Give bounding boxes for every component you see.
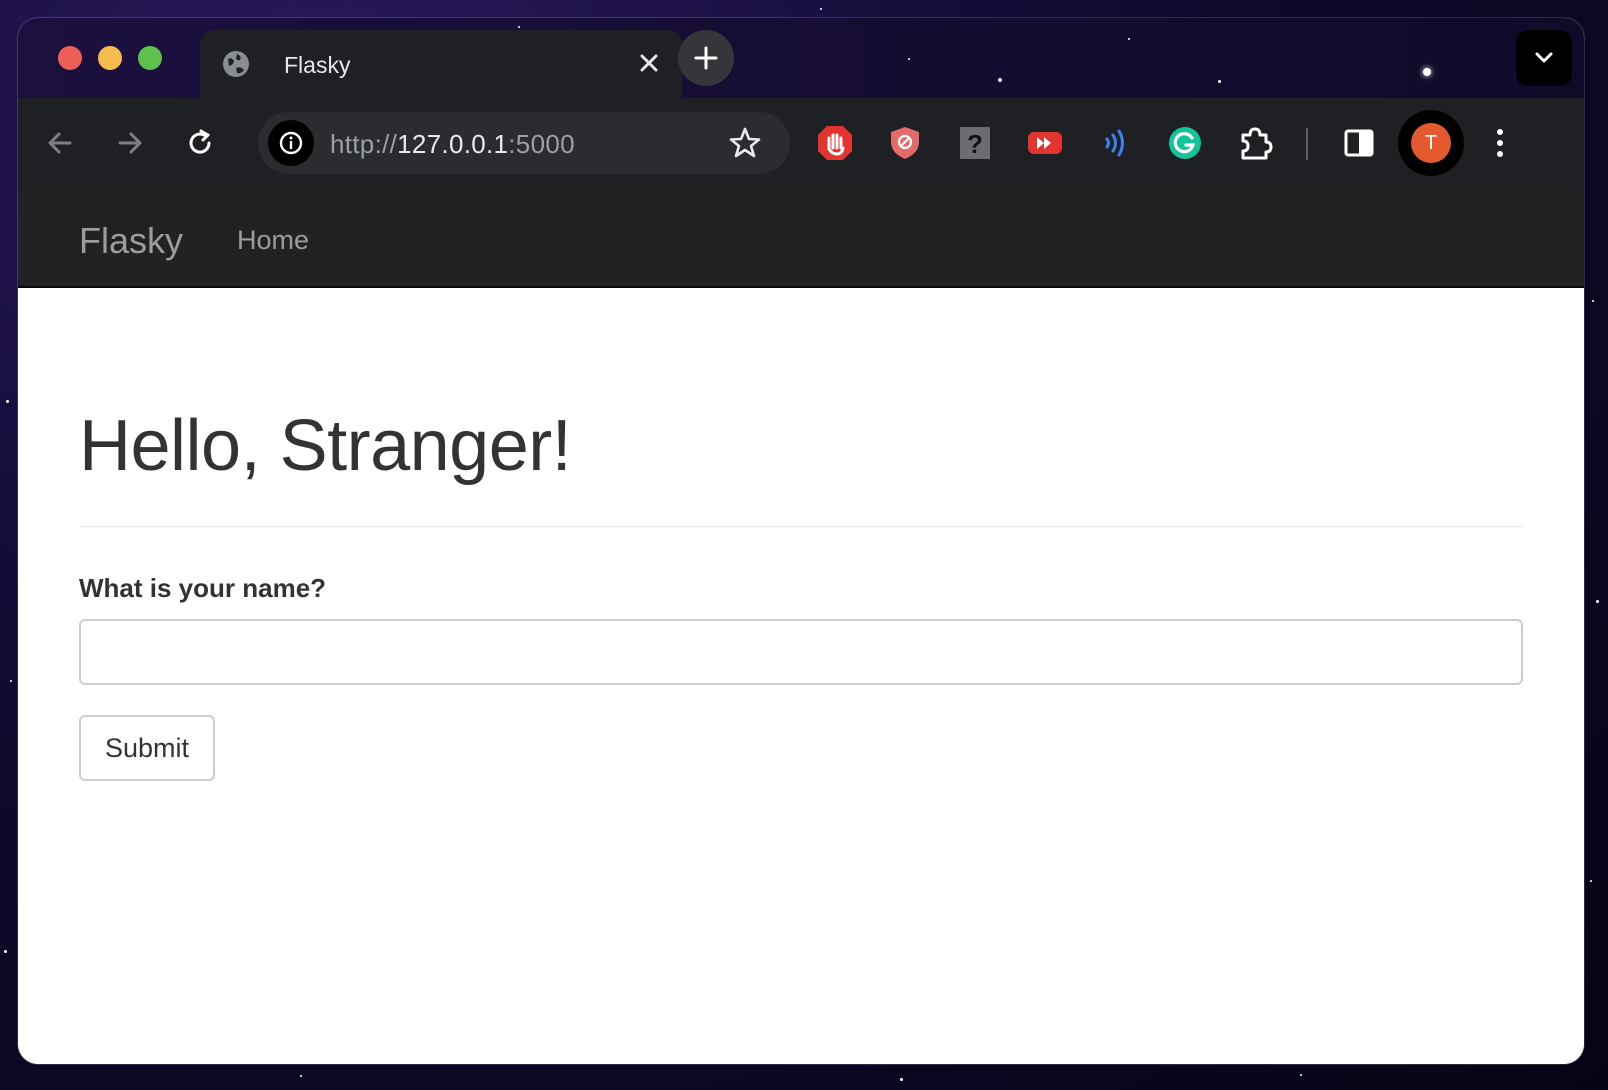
new-tab-button[interactable]: [678, 30, 734, 86]
tab-search-button[interactable]: [1516, 30, 1572, 86]
back-icon[interactable]: [42, 125, 78, 161]
site-info-button[interactable]: [268, 120, 314, 166]
site-navbar: Flasky Home: [18, 188, 1584, 288]
profile-button[interactable]: T: [1398, 110, 1464, 176]
page-content: Flasky Home Hello, Stranger! What is you…: [18, 188, 1584, 1064]
reload-icon[interactable]: [182, 125, 218, 161]
name-label: What is your name?: [79, 573, 327, 603]
kebab-menu-icon[interactable]: [1488, 125, 1512, 161]
star-icon[interactable]: [728, 126, 762, 160]
tab-bar: Flasky: [18, 18, 1584, 98]
minimize-window-button[interactable]: [98, 46, 122, 70]
adblock-hand-icon[interactable]: [816, 124, 854, 162]
avatar: T: [1411, 123, 1451, 163]
globe-icon: [223, 51, 249, 77]
close-icon[interactable]: [636, 50, 662, 76]
signal-waves-icon[interactable]: [1096, 124, 1134, 162]
close-window-button[interactable]: [58, 46, 82, 70]
chevron-down-icon: [1535, 52, 1553, 63]
puzzle-icon[interactable]: [1236, 124, 1274, 162]
grammarly-icon[interactable]: [1166, 124, 1204, 162]
shield-block-icon[interactable]: [886, 124, 924, 162]
browser-toolbar: http://127.0.0.1:5000 ? T: [18, 98, 1584, 188]
page-title: Hello, Stranger!: [79, 406, 572, 486]
divider: [79, 526, 1523, 527]
address-bar[interactable]: http://127.0.0.1:5000: [258, 112, 790, 174]
browser-window: Flasky http://127.0.0.1:5000 ? T Flasky …: [18, 18, 1584, 1064]
forward-icon[interactable]: [112, 125, 148, 161]
plus-icon: [694, 46, 718, 70]
tab-flasky[interactable]: Flasky: [200, 30, 682, 98]
nav-link-home[interactable]: Home: [237, 225, 309, 256]
svg-text:?: ?: [967, 129, 983, 159]
fast-forward-icon[interactable]: [1026, 124, 1064, 162]
side-panel-icon[interactable]: [1340, 124, 1378, 162]
info-icon: [279, 131, 303, 155]
maximize-window-button[interactable]: [138, 46, 162, 70]
navbar-brand[interactable]: Flasky: [79, 220, 183, 262]
question-icon[interactable]: ?: [956, 124, 994, 162]
tab-title: Flasky: [284, 52, 351, 78]
main-container: Hello, Stranger! What is your name? Subm…: [79, 288, 1523, 781]
toolbar-separator: [1306, 128, 1308, 160]
url-text[interactable]: http://127.0.0.1:5000: [330, 129, 575, 160]
name-input[interactable]: [79, 619, 1523, 685]
submit-button[interactable]: Submit: [79, 715, 216, 781]
